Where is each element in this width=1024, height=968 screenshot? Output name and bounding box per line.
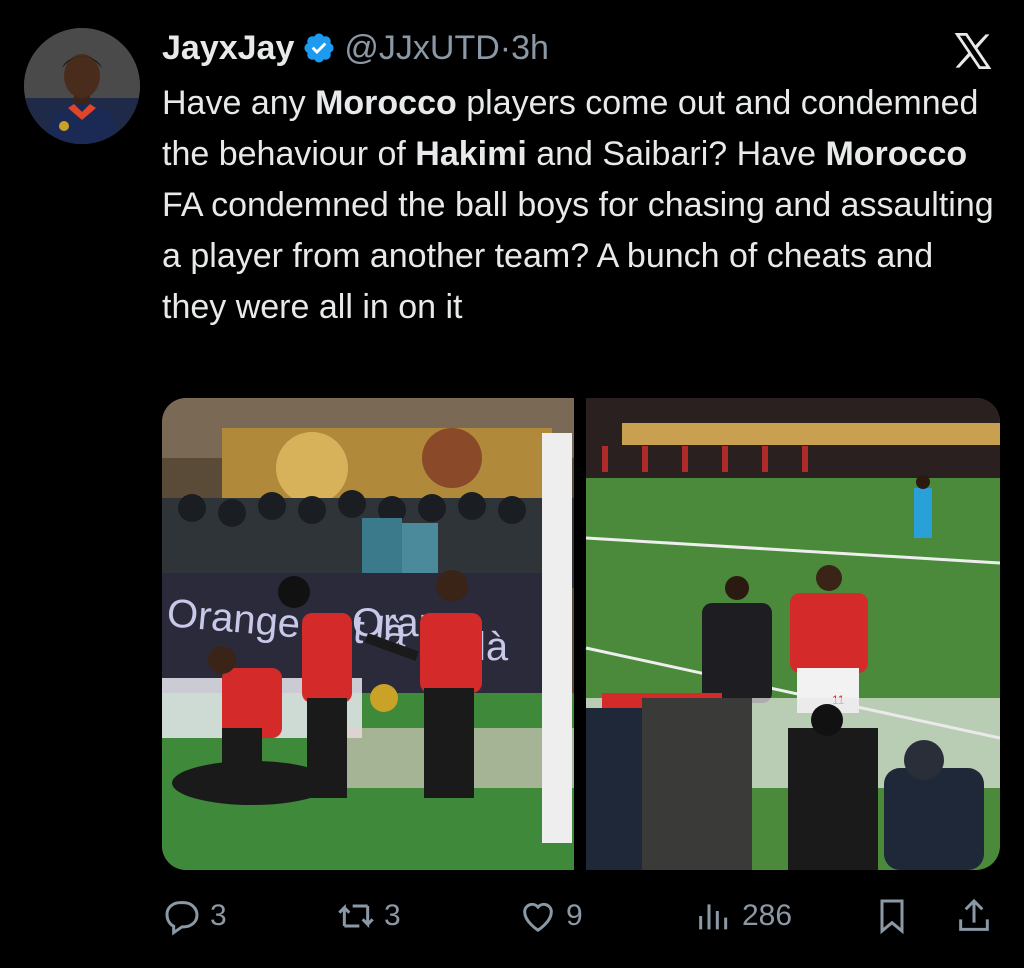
display-name[interactable]: JayxJay: [162, 29, 294, 68]
like-count: 9: [566, 899, 583, 932]
reply-icon: [165, 901, 199, 936]
media-images: Orange est là Oran là: [162, 398, 1000, 870]
text-segment-bold: Morocco: [825, 135, 968, 173]
views-icon: [699, 904, 728, 930]
bookmark-icon: [880, 899, 904, 935]
tweet-header: JayxJay @JJxUTD · 3h: [162, 26, 549, 70]
separator: ·: [499, 28, 512, 67]
text-segment: Have any: [162, 84, 316, 122]
text-segment-bold: Hakimi: [415, 135, 527, 173]
media-photo-right: 11: [585, 398, 1000, 870]
media-photo-left: Orange est là Oran là: [162, 398, 574, 870]
tweet-text: Have any Morocco players come out and co…: [162, 78, 1002, 333]
tweet-actions: 3 3 9 286: [0, 888, 1024, 948]
timestamp[interactable]: 3h: [511, 29, 549, 68]
views-button[interactable]: 286: [694, 888, 792, 944]
text-segment-bold: Morocco: [315, 84, 457, 122]
share-icon: [959, 898, 989, 931]
text-segment: and Saibari? Have: [526, 135, 826, 173]
like-button[interactable]: 9: [518, 888, 583, 944]
x-logo-icon[interactable]: [950, 30, 996, 72]
bookmark-button[interactable]: [872, 888, 912, 944]
retweet-icon: [338, 904, 374, 928]
retweet-count: 3: [384, 899, 401, 932]
like-icon: [523, 902, 553, 932]
reply-count: 3: [210, 899, 227, 932]
verified-badge-icon: [304, 33, 334, 63]
views-count: 286: [742, 899, 793, 932]
retweet-button[interactable]: 3: [336, 888, 401, 944]
share-button[interactable]: [954, 888, 994, 944]
avatar-image: [24, 28, 140, 144]
user-handle[interactable]: @JJxUTD: [344, 29, 499, 68]
tweet-media[interactable]: Orange est là Oran là: [162, 398, 1000, 870]
reply-button[interactable]: 3: [162, 888, 227, 944]
avatar[interactable]: [24, 28, 140, 144]
text-segment: FA condemned the ball boys for chasing a…: [162, 186, 994, 326]
